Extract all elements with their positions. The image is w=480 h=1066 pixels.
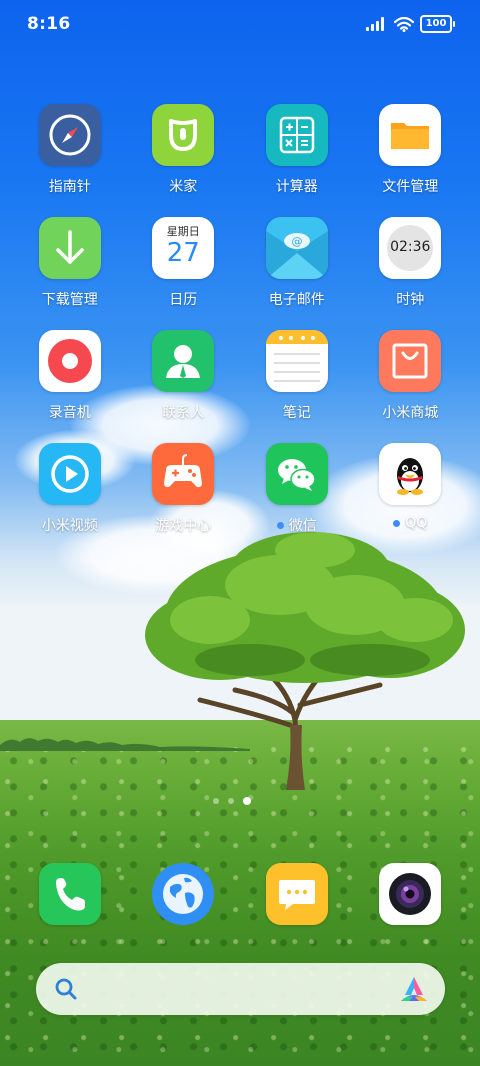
app-contacts[interactable]: 联系人 bbox=[127, 330, 241, 443]
clock-time: 02:36 bbox=[390, 239, 431, 255]
calendar-day: 27 bbox=[166, 238, 200, 268]
app-file-manager[interactable]: 文件管理 bbox=[354, 104, 468, 217]
app-wechat[interactable]: 微信 bbox=[240, 443, 354, 556]
messages-icon bbox=[265, 863, 328, 925]
app-game-center[interactable]: 游戏中心 bbox=[127, 443, 241, 556]
app-mijia[interactable]: 米家 bbox=[127, 104, 241, 217]
app-compass[interactable]: 指南针 bbox=[13, 104, 127, 217]
status-icons: 100 bbox=[366, 15, 455, 33]
app-label: 米家 bbox=[169, 179, 198, 195]
page-dot-active bbox=[243, 797, 251, 805]
page-dot bbox=[213, 798, 219, 804]
qq-icon bbox=[379, 443, 442, 505]
battery-level: 100 bbox=[425, 18, 447, 29]
video-icon bbox=[38, 443, 101, 505]
wifi-icon bbox=[394, 16, 414, 32]
app-label: 文件管理 bbox=[382, 179, 439, 195]
phone-icon bbox=[38, 863, 101, 925]
app-label: 联系人 bbox=[162, 405, 205, 421]
app-notes[interactable]: 笔记 bbox=[240, 330, 354, 443]
mi-store-icon bbox=[379, 330, 442, 392]
signal-icon bbox=[366, 17, 384, 31]
dock-messages[interactable] bbox=[240, 863, 354, 925]
app-calculator[interactable]: 计算器 bbox=[240, 104, 354, 217]
email-icon: @ bbox=[265, 217, 328, 279]
clock-icon: 02:36 bbox=[379, 217, 442, 279]
app-label: 下载管理 bbox=[41, 292, 98, 308]
app-label: 计算器 bbox=[275, 179, 318, 195]
notes-icon bbox=[265, 330, 328, 392]
app-download-manager[interactable]: 下载管理 bbox=[13, 217, 127, 330]
wechat-icon bbox=[265, 443, 328, 505]
app-grid: 指南针 米家 计算器 文件管理 下载管理 星期日 27 日历 @ 电子邮件 02… bbox=[13, 104, 467, 556]
app-label: 时钟 bbox=[396, 292, 425, 308]
status-time: 8:16 bbox=[27, 14, 71, 34]
search-bar[interactable] bbox=[36, 963, 445, 1015]
app-label: QQ bbox=[393, 515, 427, 531]
dock-browser[interactable] bbox=[127, 863, 241, 925]
battery-icon: 100 bbox=[420, 15, 455, 33]
game-center-icon bbox=[152, 443, 215, 505]
new-notification-dot bbox=[276, 521, 284, 529]
app-label: 小米商城 bbox=[382, 405, 439, 421]
calendar-weekday: 星期日 bbox=[166, 225, 200, 238]
app-mi-video[interactable]: 小米视频 bbox=[13, 443, 127, 556]
download-icon bbox=[38, 217, 101, 279]
new-notification-dot bbox=[393, 519, 401, 527]
compass-icon bbox=[38, 104, 101, 166]
mijia-icon bbox=[152, 104, 215, 166]
folder-icon bbox=[379, 104, 442, 166]
tree bbox=[145, 532, 465, 790]
search-icon bbox=[55, 978, 77, 1000]
dock-phone[interactable] bbox=[13, 863, 127, 925]
svg-text:@: @ bbox=[291, 235, 302, 248]
app-label: 电子邮件 bbox=[268, 292, 325, 308]
page-indicator[interactable] bbox=[213, 797, 251, 805]
app-clock[interactable]: 02:36 时钟 bbox=[354, 217, 468, 330]
dock-camera[interactable] bbox=[354, 863, 468, 925]
calendar-icon: 星期日 27 bbox=[152, 217, 215, 279]
app-mi-store[interactable]: 小米商城 bbox=[354, 330, 468, 443]
app-label: 日历 bbox=[169, 292, 198, 308]
app-label: 小米视频 bbox=[41, 518, 98, 534]
app-label: 笔记 bbox=[282, 405, 311, 421]
contacts-icon bbox=[152, 330, 215, 392]
browser-globe-icon bbox=[152, 863, 215, 925]
app-email[interactable]: @ 电子邮件 bbox=[240, 217, 354, 330]
app-label: 游戏中心 bbox=[155, 518, 212, 534]
app-calendar[interactable]: 星期日 27 日历 bbox=[127, 217, 241, 330]
app-qq[interactable]: QQ bbox=[354, 443, 468, 556]
app-recorder[interactable]: 录音机 bbox=[13, 330, 127, 443]
page-dot bbox=[228, 798, 234, 804]
app-label: 微信 bbox=[276, 515, 317, 535]
calculator-icon bbox=[265, 104, 328, 166]
app-label: 录音机 bbox=[48, 405, 91, 421]
app-label: 指南针 bbox=[48, 179, 91, 195]
dock bbox=[13, 863, 467, 925]
status-bar: 8:16 100 bbox=[0, 0, 480, 50]
recorder-icon bbox=[38, 330, 101, 392]
camera-icon bbox=[379, 863, 442, 925]
xiaoai-assistant-icon[interactable] bbox=[399, 975, 429, 1003]
